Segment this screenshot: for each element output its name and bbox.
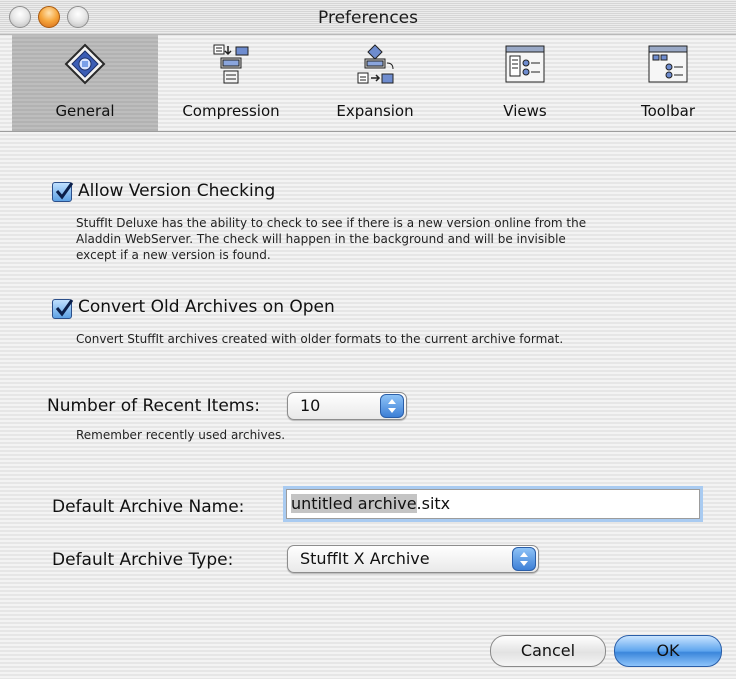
- default-archive-type-label: Default Archive Type:: [52, 550, 234, 570]
- compression-icon: [208, 43, 254, 85]
- recent-items-value: 10: [300, 396, 321, 415]
- default-archive-name-value: untitled archive.sitx: [291, 494, 450, 513]
- tab-general[interactable]: General: [12, 35, 158, 131]
- version-checking-desc-line: except if a new version is found.: [76, 248, 271, 262]
- version-checking-description: StuffIt Deluxe has the ability to check …: [76, 215, 586, 263]
- tab-compression[interactable]: Compression: [160, 35, 302, 131]
- ok-button[interactable]: OK: [614, 635, 722, 667]
- allow-version-checking-checkbox[interactable]: [52, 182, 74, 202]
- convert-old-archives-label: Convert Old Archives on Open: [78, 297, 335, 317]
- tab-general-label: General: [55, 102, 115, 120]
- convert-old-archives-checkbox[interactable]: [52, 299, 74, 319]
- text-selection: untitled archive: [291, 494, 417, 513]
- allow-version-checking-label: Allow Version Checking: [78, 181, 276, 201]
- toolbar-icon: [645, 43, 691, 85]
- cancel-button[interactable]: Cancel: [490, 635, 606, 667]
- checkmark-icon: [55, 299, 74, 317]
- tab-expansion-label: Expansion: [336, 102, 414, 120]
- window-title: Preferences: [318, 8, 418, 28]
- version-checking-desc-line: StuffIt Deluxe has the ability to check …: [76, 216, 587, 230]
- version-checking-desc-line: Aladdin WebServer. The check will happen…: [76, 232, 566, 246]
- preferences-toolbar: General Compression Expansion Views Tool…: [0, 35, 736, 132]
- tab-views[interactable]: Views: [454, 35, 596, 131]
- default-archive-type-value: StuffIt X Archive: [300, 549, 430, 568]
- expansion-icon: [352, 43, 398, 85]
- general-icon: [62, 43, 108, 85]
- recent-items-description: Remember recently used archives.: [76, 428, 286, 442]
- views-icon: [502, 43, 548, 85]
- archive-extension: .sitx: [416, 494, 451, 513]
- tab-expansion[interactable]: Expansion: [304, 35, 446, 131]
- recent-items-popup[interactable]: 10: [287, 392, 407, 420]
- tab-toolbar[interactable]: Toolbar: [600, 35, 736, 131]
- popup-arrows-icon: [380, 394, 404, 418]
- tab-compression-label: Compression: [182, 102, 280, 120]
- default-archive-name-input[interactable]: untitled archive.sitx: [286, 489, 700, 519]
- tab-toolbar-label: Toolbar: [640, 102, 696, 120]
- preferences-window: Preferences General Compression Expansio…: [0, 0, 736, 679]
- title-bar[interactable]: Preferences: [0, 0, 736, 35]
- checkmark-icon: [55, 182, 74, 200]
- recent-items-label: Number of Recent Items:: [47, 396, 260, 416]
- default-archive-name-label: Default Archive Name:: [52, 497, 245, 517]
- tab-views-label: Views: [503, 102, 547, 120]
- default-archive-type-popup[interactable]: StuffIt X Archive: [287, 545, 539, 573]
- convert-old-archives-description: Convert StuffIt archives created with ol…: [76, 332, 564, 346]
- popup-arrows-icon: [512, 547, 536, 571]
